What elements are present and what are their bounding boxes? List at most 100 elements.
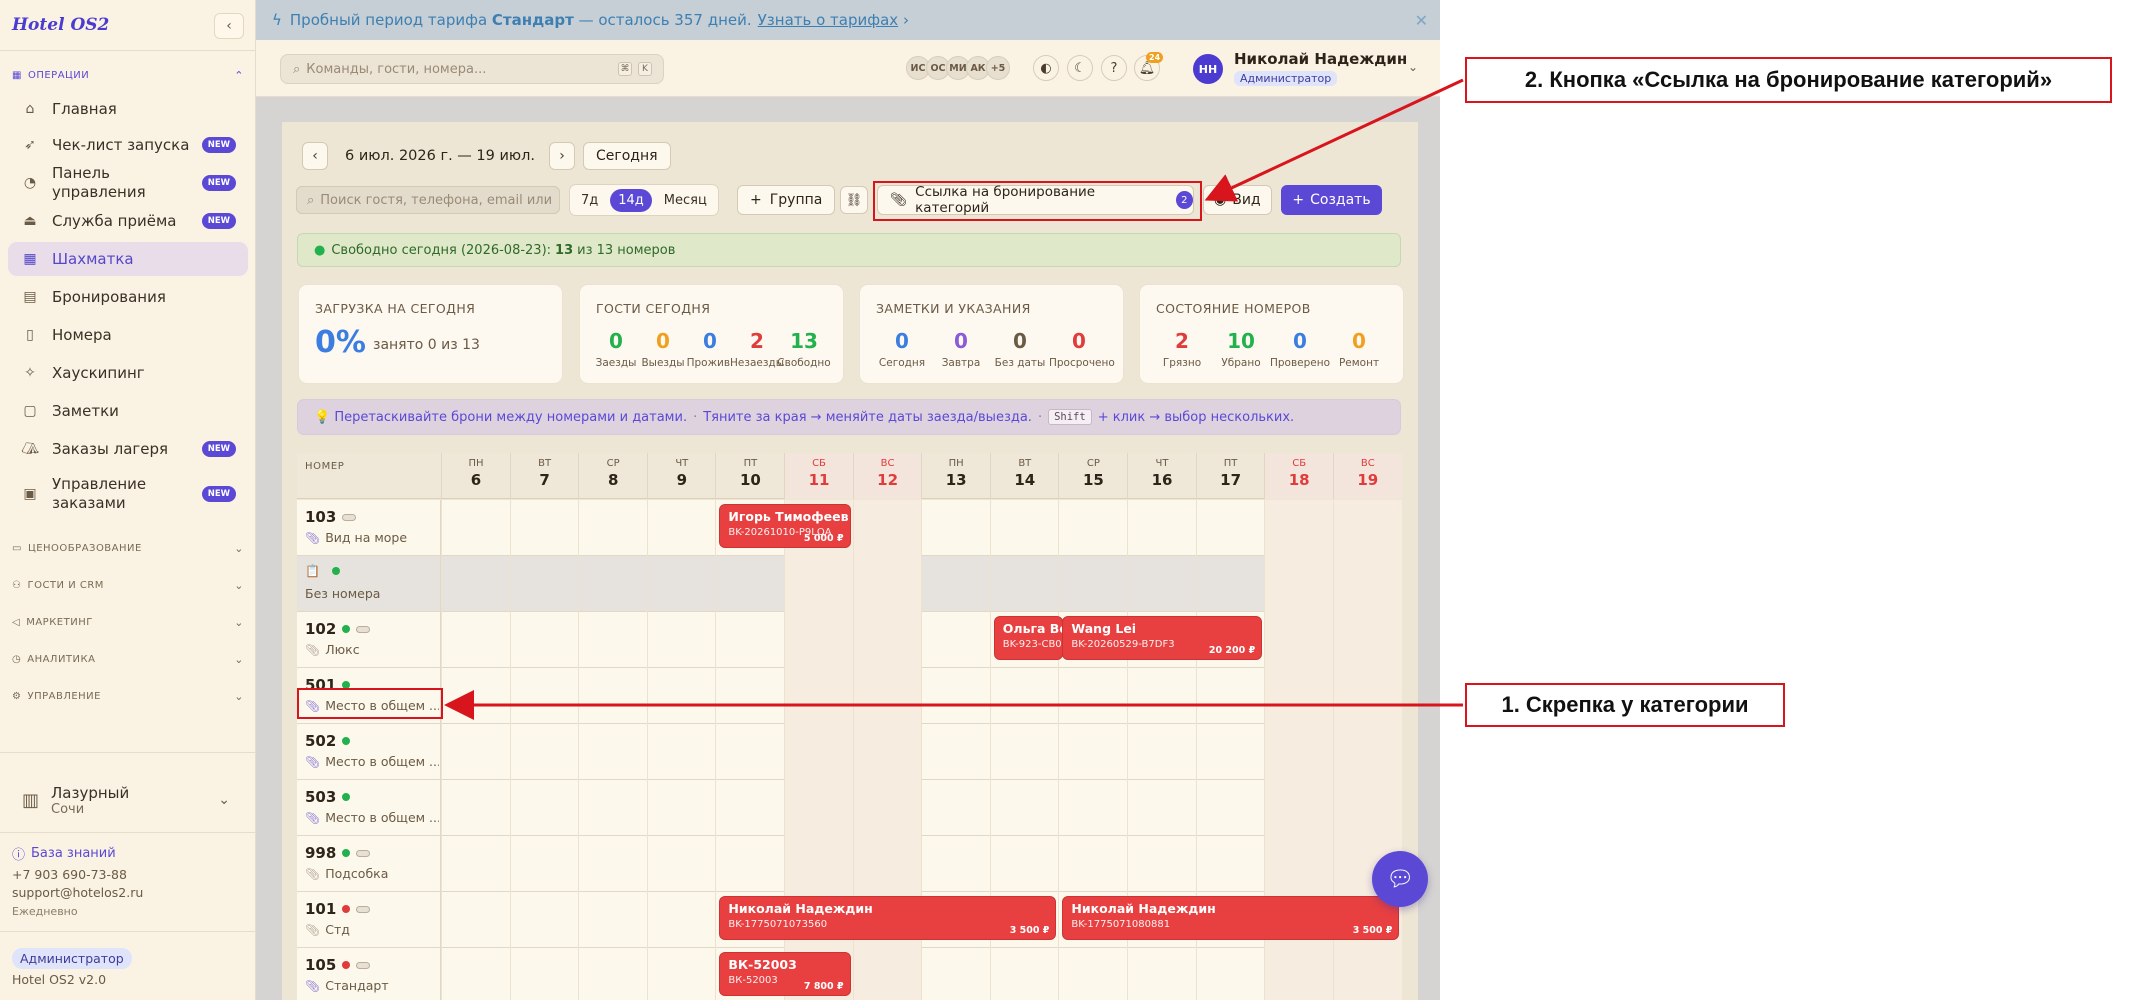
close-icon[interactable]: ✕ (1415, 11, 1428, 30)
day-cell[interactable] (1264, 500, 1334, 556)
day-cell[interactable] (509, 948, 579, 1000)
next-period-button[interactable]: › (549, 142, 575, 170)
day-cell[interactable] (1195, 500, 1265, 556)
today-button[interactable]: Сегодня (583, 142, 671, 170)
view-button[interactable]: ◉ Вид (1203, 185, 1272, 215)
day-cell[interactable] (1195, 668, 1265, 724)
day-cell[interactable] (646, 948, 716, 1000)
day-cell[interactable] (1264, 948, 1334, 1000)
day-cell[interactable] (989, 500, 1059, 556)
link-icon[interactable]: ⛓ (840, 186, 868, 214)
sidebar-section[interactable]: ◁ МАРКЕТИНГ ⌄ (12, 616, 244, 629)
day-cell[interactable] (441, 612, 510, 668)
day-cell[interactable] (1332, 780, 1402, 836)
day-cell[interactable] (578, 780, 647, 836)
day-cell[interactable] (578, 556, 647, 612)
day-cell[interactable] (1195, 780, 1265, 836)
day-cell[interactable] (715, 836, 784, 892)
chevron-down-icon[interactable]: ⌄ (1408, 60, 1418, 74)
sidebar-section[interactable]: ▭ ЦЕНООБРАЗОВАНИЕ ⌄ (12, 542, 244, 555)
sidebar-item[interactable]: ⛺︎ Заказы лагеря NEW (8, 432, 248, 466)
day-cell[interactable] (1264, 836, 1334, 892)
day-cell[interactable] (921, 948, 990, 1000)
booking-block[interactable]: Ольга Во BK-923-CB02 (993, 616, 1064, 660)
day-cell[interactable] (852, 948, 922, 1000)
avatar[interactable]: НН (1193, 54, 1223, 84)
room-cell[interactable]: 105 📎︎ Стандарт (297, 948, 441, 1000)
prev-period-button[interactable]: ‹ (302, 142, 328, 170)
day-cell[interactable] (1058, 556, 1127, 612)
sidebar-item[interactable]: ⌂ Главная (8, 92, 248, 126)
room-cell[interactable]: 103 📎︎ Вид на море (297, 500, 441, 556)
day-cell[interactable] (852, 724, 922, 780)
day-cell[interactable] (1127, 948, 1196, 1000)
moon-icon[interactable]: ☾ (1067, 55, 1093, 81)
sidebar-item[interactable]: ⏏ Служба приёма NEW (8, 204, 248, 238)
period-option[interactable]: 7д (573, 189, 606, 212)
paperclip-icon[interactable]: 📎︎ (305, 755, 320, 769)
support-phone[interactable]: +7 903 690-73-88 (12, 867, 127, 882)
day-cell[interactable] (1264, 724, 1334, 780)
day-cell[interactable] (1195, 948, 1265, 1000)
day-cell[interactable] (989, 668, 1059, 724)
day-cell[interactable] (989, 948, 1059, 1000)
booking-block[interactable]: ВК-52003 ВК-52003 7 800 ₽ (719, 952, 851, 996)
day-cell[interactable] (441, 780, 510, 836)
day-cell[interactable] (715, 668, 784, 724)
day-cell[interactable] (1127, 836, 1196, 892)
day-cell[interactable] (784, 668, 853, 724)
day-cell[interactable] (1332, 948, 1402, 1000)
day-cell[interactable] (1127, 500, 1196, 556)
room-cell[interactable]: 503 📎︎ Место в общем ... (297, 780, 441, 836)
day-cell[interactable] (578, 948, 647, 1000)
day-cell[interactable] (1264, 780, 1334, 836)
day-cell[interactable] (441, 948, 510, 1000)
day-cell[interactable] (1058, 500, 1127, 556)
day-cell[interactable] (852, 836, 922, 892)
sidebar-section[interactable]: ⚇ ГОСТИ И CRM ⌄ (12, 579, 244, 592)
create-button[interactable]: + Создать (1281, 185, 1382, 215)
day-cell[interactable] (852, 556, 922, 612)
paperclip-icon[interactable]: 📎︎ (305, 531, 320, 545)
sidebar-item[interactable]: ▢ Заметки (8, 394, 248, 428)
day-cell[interactable] (441, 556, 510, 612)
day-cell[interactable] (921, 724, 990, 780)
period-switcher[interactable]: 7д 14д Месяц (569, 184, 719, 216)
day-cell[interactable] (1332, 724, 1402, 780)
guest-search-input[interactable]: ⌕ Поиск гостя, телефона, email или (296, 186, 560, 214)
day-cell[interactable] (1058, 948, 1127, 1000)
day-cell[interactable] (509, 836, 579, 892)
day-cell[interactable] (784, 724, 853, 780)
day-cell[interactable] (646, 612, 716, 668)
day-cell[interactable] (509, 556, 579, 612)
day-cell[interactable] (921, 780, 990, 836)
room-cell[interactable]: 102 📎︎ Люкс (297, 612, 441, 668)
sidebar-item[interactable]: ▤ Бронирования (8, 280, 248, 314)
brand-logo[interactable]: Hotel OS2 (12, 15, 109, 35)
collapse-sidebar-button[interactable]: ‹ (214, 13, 244, 39)
day-cell[interactable] (852, 668, 922, 724)
day-cell[interactable] (921, 612, 990, 668)
booking-block[interactable]: Николай Надеждин BK-1775071073560 3 500 ₽ (719, 896, 1057, 940)
day-cell[interactable] (784, 612, 853, 668)
day-cell[interactable] (646, 500, 716, 556)
booking-block[interactable]: Николай Надеждин BK-1775071080881 3 500 ₽ (1062, 896, 1400, 940)
room-cell[interactable]: 📋 Без номера (297, 556, 441, 612)
day-cell[interactable] (921, 668, 990, 724)
day-cell[interactable] (441, 724, 510, 780)
day-cell[interactable] (1332, 668, 1402, 724)
day-cell[interactable] (509, 668, 579, 724)
paperclip-icon[interactable]: 📎︎ (305, 867, 320, 881)
day-cell[interactable] (989, 780, 1059, 836)
day-cell[interactable] (1332, 500, 1402, 556)
day-cell[interactable] (784, 556, 853, 612)
palette-icon[interactable]: ◐ (1033, 55, 1059, 81)
day-cell[interactable] (715, 556, 784, 612)
day-cell[interactable] (646, 668, 716, 724)
hotel-selector[interactable]: ▥ Лазурный Сочи ⌄ (0, 770, 256, 830)
day-cell[interactable] (921, 836, 990, 892)
day-cell[interactable] (509, 780, 579, 836)
room-cell[interactable]: 101 📎︎ Стд (297, 892, 441, 948)
day-cell[interactable] (509, 892, 579, 948)
sidebar-item[interactable]: ➶ Чек-лист запуска NEW (8, 128, 248, 162)
